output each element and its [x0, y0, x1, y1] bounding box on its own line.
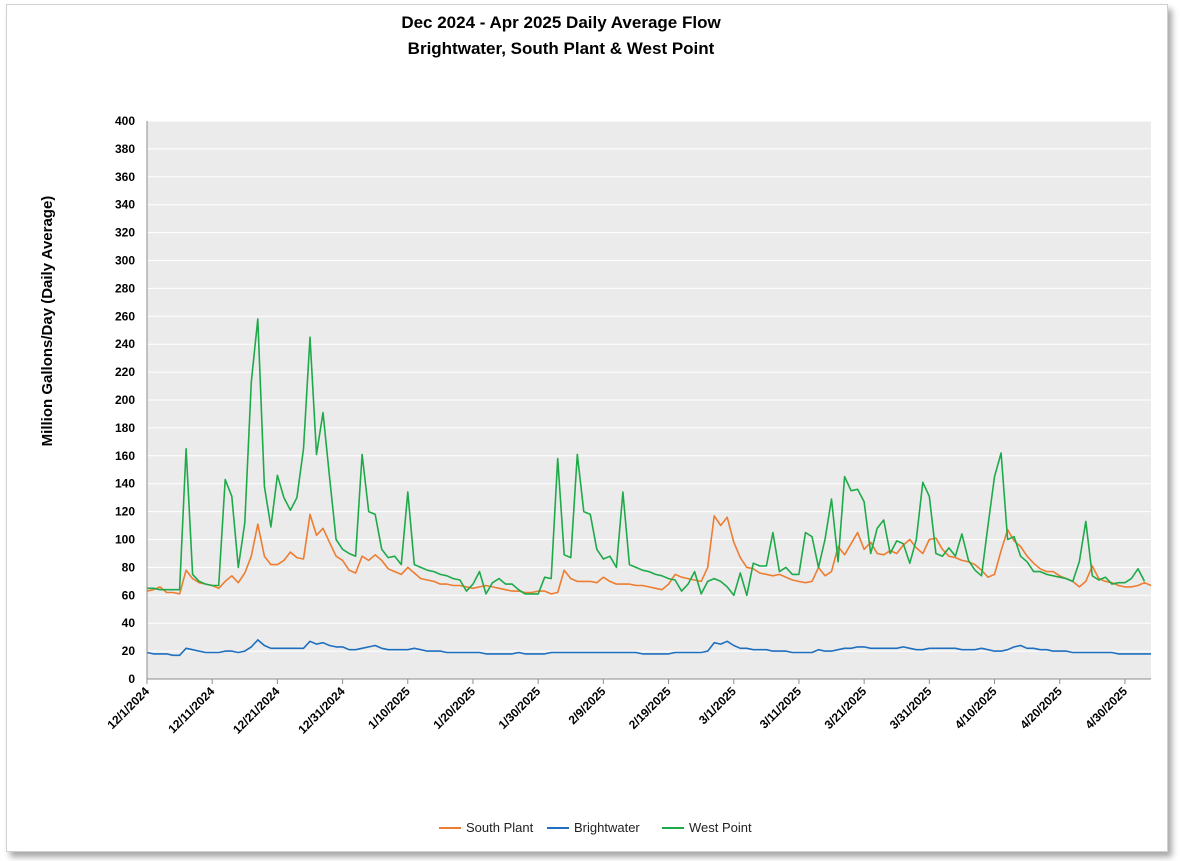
- y-tick-label: 300: [115, 254, 135, 268]
- y-tick-label: 20: [122, 644, 136, 658]
- y-tick-label: 100: [115, 533, 135, 547]
- x-tick-label: 2/19/2025: [626, 684, 674, 732]
- y-tick-label: 240: [115, 337, 135, 351]
- x-tick-label: 4/20/2025: [1017, 684, 1065, 732]
- y-tick-label: 40: [122, 616, 136, 630]
- y-tick-label: 180: [115, 421, 135, 435]
- x-tick-label: 12/31/2024: [295, 684, 348, 737]
- y-tick-label: 220: [115, 365, 135, 379]
- x-tick-label: 12/21/2024: [230, 684, 283, 737]
- chart-subtitle: Brightwater, South Plant & West Point: [408, 39, 715, 58]
- chart-title: Dec 2024 - Apr 2025 Daily Average Flow: [401, 13, 721, 32]
- x-tick-label: 3/31/2025: [887, 684, 935, 732]
- y-tick-label: 120: [115, 505, 135, 519]
- y-tick-label: 140: [115, 477, 135, 491]
- x-tick-label: 2/9/2025: [566, 684, 609, 727]
- y-tick-label: 260: [115, 309, 135, 323]
- x-tick-label: 3/11/2025: [757, 684, 804, 731]
- x-tick-label: 12/1/2024: [104, 684, 152, 732]
- x-tick-label: 12/11/2024: [165, 684, 217, 736]
- x-tick-label: 3/1/2025: [696, 684, 739, 727]
- legend: South Plant Brightwater West Point: [439, 820, 752, 835]
- legend-label-west-point: West Point: [689, 820, 752, 835]
- y-tick-label: 80: [122, 560, 136, 574]
- x-tick-label: 1/20/2025: [430, 684, 478, 732]
- x-tick-label: 1/30/2025: [496, 684, 544, 732]
- y-tick-label: 200: [115, 393, 135, 407]
- chart: Dec 2024 - Apr 2025 Daily Average Flow B…: [39, 13, 1152, 835]
- x-tick-label: 1/10/2025: [365, 684, 413, 732]
- x-axis-ticks: 12/1/2024 12/11/2024 12/21/2024 12/31/2024 1…: [104, 679, 1130, 737]
- y-tick-label: 60: [122, 588, 136, 602]
- x-tick-label: 4/30/2025: [1082, 684, 1130, 732]
- y-tick-label: 340: [115, 198, 135, 212]
- y-tick-label: 280: [115, 281, 135, 295]
- y-tick-label: 380: [115, 142, 135, 156]
- y-tick-label: 400: [115, 114, 135, 128]
- legend-label-south-plant: South Plant: [466, 820, 534, 835]
- y-tick-label: 160: [115, 449, 135, 463]
- chart-frame: Dec 2024 - Apr 2025 Daily Average Flow B…: [6, 4, 1168, 852]
- y-tick-label: 0: [128, 672, 135, 686]
- legend-label-brightwater: Brightwater: [574, 820, 640, 835]
- y-tick-label: 320: [115, 226, 135, 240]
- x-tick-label: 4/10/2025: [952, 684, 1000, 732]
- y-axis-ticks: 0 20 40 60 80 100 120 140 160 180 200 220 240 260 280 3…: [115, 114, 135, 686]
- x-tick-label: 3/21/2025: [822, 684, 870, 732]
- y-axis-label: Million Gallons/Day (Daily Average): [39, 196, 56, 447]
- y-tick-label: 360: [115, 170, 135, 184]
